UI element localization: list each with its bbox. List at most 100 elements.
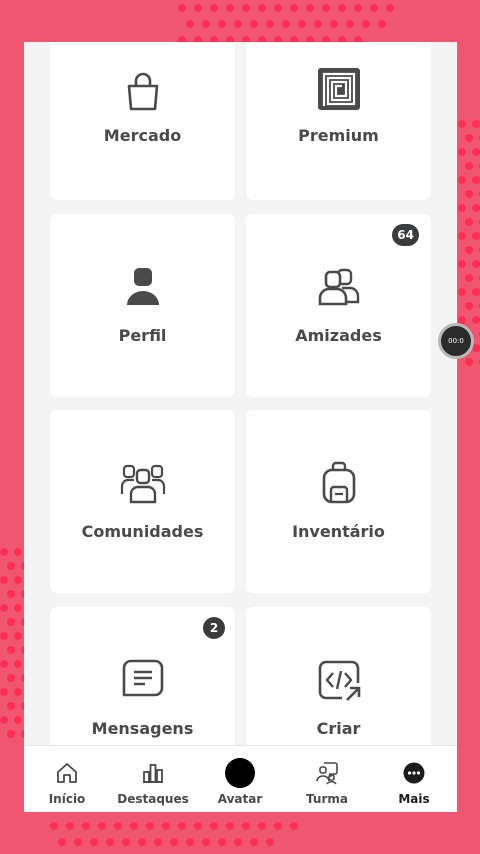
decorative-dot [472, 260, 480, 268]
decorative-dot [194, 4, 202, 12]
tab-label: Início [48, 792, 86, 806]
decorative-dot [226, 822, 234, 830]
tab-mais[interactable]: Mais [371, 746, 457, 812]
decorative-dot [14, 604, 22, 612]
decorative-dot [0, 716, 8, 724]
notification-badge: 2 [203, 617, 225, 639]
decorative-dot [472, 316, 480, 324]
screen-recorder-bubble[interactable]: 00:0 [438, 323, 474, 359]
decorative-dot [354, 4, 362, 12]
decorative-dot [130, 822, 138, 830]
tile-comunidades[interactable]: Comunidades [50, 410, 235, 593]
decorative-dot [98, 822, 106, 830]
decorative-dot [162, 822, 170, 830]
tab-inicio[interactable]: Início [24, 746, 110, 812]
bottom-tab-bar: Início Destaques Avatar Turma Mais [24, 745, 457, 812]
decorative-dot [242, 822, 250, 830]
tile-label: Amizades [295, 326, 382, 345]
tile-label: Inventário [292, 522, 385, 541]
tab-destaques[interactable]: Destaques [110, 746, 196, 812]
decorative-dot [50, 822, 58, 830]
tile-label: Mercado [103, 126, 182, 145]
decorative-dot [7, 618, 15, 626]
decorative-dot [346, 20, 354, 28]
decorative-dot [386, 4, 394, 12]
decorative-dot [7, 702, 15, 710]
tab-label: Mais [398, 792, 430, 806]
decorative-dot [242, 4, 250, 12]
more-icon [403, 762, 425, 784]
decorative-dot [458, 260, 466, 268]
app-screen: Mercado Premium Perfil 64 Amizades Comun… [24, 42, 457, 812]
tile-mercado[interactable]: Mercado [50, 42, 235, 200]
backpack-icon [322, 461, 355, 504]
tile-inventario[interactable]: Inventário [246, 410, 431, 593]
tab-avatar[interactable]: Avatar [197, 746, 283, 812]
decorative-dot [298, 20, 306, 28]
decorative-dot [90, 838, 98, 846]
decorative-dot [472, 204, 480, 212]
decorative-dot [472, 232, 480, 240]
tile-label: Mensagens [91, 719, 194, 738]
decorative-dot [378, 20, 386, 28]
premium-icon [317, 68, 360, 110]
decorative-dot [146, 822, 154, 830]
decorative-dot [234, 838, 242, 846]
decorative-dot [218, 20, 226, 28]
decorative-dot [7, 674, 15, 682]
decorative-dot [458, 120, 466, 128]
tile-mensagens[interactable]: 2 Mensagens [50, 607, 235, 745]
decorative-dot [202, 20, 210, 28]
decorative-dot [465, 358, 473, 366]
decorative-dot [258, 4, 266, 12]
friends-icon [318, 268, 359, 306]
tile-label: Comunidades [81, 522, 204, 541]
decorative-dot [234, 20, 242, 28]
tile-label: Criar [316, 719, 361, 738]
decorative-dot [226, 4, 234, 12]
notification-badge: 64 [392, 224, 419, 246]
tile-perfil[interactable]: Perfil [50, 214, 235, 397]
tile-amizades[interactable]: 64 Amizades [246, 214, 431, 397]
tab-turma[interactable]: Turma [284, 746, 370, 812]
tile-criar[interactable]: Criar [246, 607, 431, 745]
tile-premium[interactable]: Premium [246, 42, 431, 200]
decorative-dot [465, 134, 473, 142]
decorative-dot [306, 4, 314, 12]
decorative-dot [138, 838, 146, 846]
shopping-bag-icon [127, 72, 158, 111]
decorative-dot [465, 274, 473, 282]
messages-icon [122, 659, 163, 697]
decorative-dot [465, 246, 473, 254]
decorative-dot [322, 4, 330, 12]
decorative-dot [0, 632, 8, 640]
tab-label: Avatar [217, 792, 263, 806]
decorative-dot [122, 838, 130, 846]
decorative-dot [0, 660, 8, 668]
home-icon [57, 763, 77, 783]
decorative-dot [210, 822, 218, 830]
tile-label: Perfil [118, 326, 167, 345]
decorative-dot [186, 20, 194, 28]
decorative-dot [458, 176, 466, 184]
decorative-dot [250, 838, 258, 846]
decorative-dot [210, 4, 218, 12]
decorative-dot [465, 162, 473, 170]
decorative-dot [194, 822, 202, 830]
decorative-dot [458, 148, 466, 156]
tab-label: Destaques [117, 792, 189, 806]
create-code-icon [318, 660, 360, 701]
decorative-dot [7, 730, 15, 738]
decorative-dot [7, 590, 15, 598]
more-menu-grid: Mercado Premium Perfil 64 Amizades Comun… [24, 42, 457, 745]
decorative-dot [362, 20, 370, 28]
decorative-dot [74, 838, 82, 846]
decorative-dot [7, 646, 15, 654]
decorative-dot [0, 576, 8, 584]
party-icon [316, 762, 338, 785]
decorative-dot [282, 20, 290, 28]
charts-icon [143, 764, 163, 783]
tab-label: Turma [306, 792, 348, 806]
decorative-dot [7, 562, 15, 570]
decorative-dot [266, 20, 274, 28]
